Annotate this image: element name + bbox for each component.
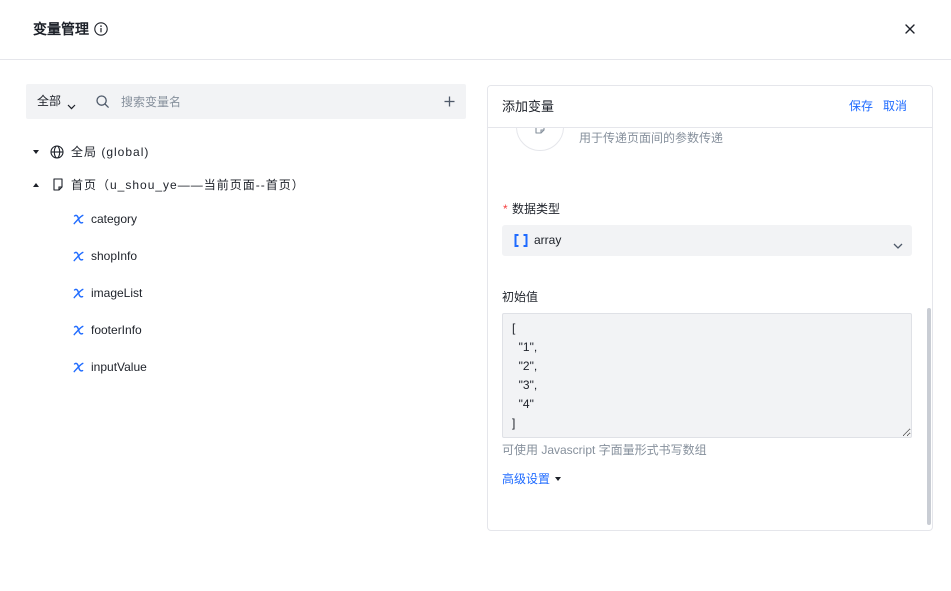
search-input[interactable] <box>120 84 420 119</box>
variable-name: shopInfo <box>91 249 138 263</box>
chevron-down-icon[interactable] <box>67 99 76 110</box>
caret-down-icon[interactable] <box>33 150 39 154</box>
initial-value-help: 可使用 Javascript 字面量形式书写数组 <box>502 443 707 457</box>
tree-variable-shopinfo[interactable]: shopInfo <box>26 247 466 265</box>
page-icon <box>53 178 63 191</box>
header-divider <box>0 59 951 60</box>
tree-node-global[interactable]: 全局 (global) <box>26 143 466 161</box>
variable-manager-dialog: 变量管理 全部 搜索变量名 全局 (global) 首页（u_shou_ye——… <box>0 0 951 591</box>
advanced-settings-toggle[interactable]: 高级设置 <box>502 471 550 487</box>
tree-variable-inputvalue[interactable]: inputValue <box>26 358 466 376</box>
tree-variable-imagelist[interactable]: imageList <box>26 284 466 302</box>
plus-icon <box>444 96 455 107</box>
close-button[interactable] <box>903 22 917 36</box>
scope-select[interactable]: 全部 <box>37 84 61 119</box>
close-icon <box>905 24 915 34</box>
tree-node-page[interactable]: 首页（u_shou_ye——当前页面--首页） <box>26 176 466 194</box>
panel-title: 添加变量 <box>502 99 555 114</box>
chevron-down-icon <box>893 238 903 249</box>
tree-variable-category[interactable]: category <box>26 210 466 228</box>
tree-node-label: 全局 (global) <box>71 145 150 159</box>
variable-name: footerInfo <box>91 323 142 337</box>
panel-scrollbar[interactable] <box>927 308 931 525</box>
variable-name: inputValue <box>91 360 147 374</box>
panel-form: 用于传递页面间的参数传递 * 数据类型 array 初始值 [ "1", "2"… <box>488 128 932 530</box>
variable-name: imageList <box>91 286 143 300</box>
tree-node-label: 首页（u_shou_ye——当前页面--首页） <box>71 178 305 192</box>
variable-x-icon <box>73 214 84 225</box>
variable-x-icon <box>73 362 84 373</box>
data-type-value: array <box>534 233 562 247</box>
caret-up-icon[interactable] <box>33 183 39 187</box>
variable-type-description: 用于传递页面间的参数传递 <box>579 131 724 145</box>
info-circle-icon[interactable] <box>94 22 108 36</box>
add-variable-panel: 添加变量 保存 取消 用于传递页面间的参数传递 * 数据类型 array 初始值… <box>487 85 933 531</box>
variable-name: category <box>91 212 138 226</box>
save-button[interactable]: 保存 <box>849 86 873 127</box>
variable-x-icon <box>73 325 84 336</box>
data-type-select[interactable]: array <box>502 225 912 256</box>
initial-value-textarea[interactable]: [ "1", "2", "3", "4" ] <box>502 313 912 438</box>
initial-value-label: 初始值 <box>502 290 539 304</box>
array-bracket-icon <box>514 234 528 247</box>
variable-x-icon <box>73 288 84 299</box>
page-icon <box>535 128 545 134</box>
globe-icon <box>50 145 64 159</box>
search-icon <box>96 95 109 108</box>
cancel-button[interactable]: 取消 <box>883 86 907 127</box>
tree-variable-footerinfo[interactable]: footerInfo <box>26 321 466 339</box>
required-mark: * <box>503 202 508 216</box>
variable-toolbar: 全部 <box>26 84 466 119</box>
panel-header: 添加变量 保存 取消 <box>488 86 932 128</box>
data-type-label: 数据类型 <box>512 202 561 216</box>
dialog-title: 变量管理 <box>33 21 89 37</box>
caret-down-icon[interactable] <box>555 477 561 481</box>
variable-x-icon <box>73 251 84 262</box>
add-variable-button[interactable] <box>443 95 456 108</box>
